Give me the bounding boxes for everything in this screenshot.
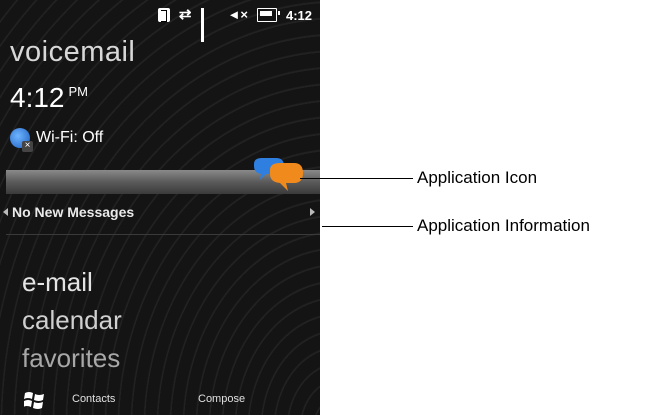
application-info-row[interactable]: No New Messages (0, 202, 320, 224)
callout-line-app-info (322, 226, 413, 227)
menu-item-favorites[interactable]: favorites (22, 343, 120, 374)
chevron-left-icon[interactable] (3, 208, 8, 216)
bluetooth-icon (157, 8, 170, 22)
menu-item-email[interactable]: e-mail (22, 267, 93, 298)
windows-start-icon[interactable] (24, 389, 46, 409)
wifi-label: Wi-Fi: Off (36, 129, 104, 146)
clock-period: PM (68, 84, 89, 99)
phone-screen: ⇄ ◄× 4:12 voicemail 4:12PM Wi-Fi: Off No… (0, 0, 320, 415)
callout-app-info: Application Information (417, 216, 590, 235)
wifi-off-icon (10, 128, 33, 152)
clock: 4:12 PM (10, 82, 88, 114)
volume-muted-icon: ◄× (227, 7, 248, 22)
data-sync-icon: ⇄ (178, 6, 192, 23)
softkey-bar: Contacts Compose (0, 386, 320, 415)
status-bar[interactable]: ⇄ ◄× 4:12 (157, 6, 312, 42)
messaging-app-icon[interactable] (250, 156, 306, 196)
menu-item-calendar[interactable]: calendar (22, 305, 122, 336)
signal-strength-icon (200, 8, 219, 42)
contacts-softkey[interactable]: Contacts (72, 393, 115, 405)
page-title: voicemail (10, 36, 136, 68)
compose-softkey[interactable]: Compose (198, 393, 245, 405)
chevron-right-icon[interactable] (310, 208, 315, 216)
status-time: 4:12 (285, 7, 312, 23)
clock-time: 4:12 (10, 82, 65, 113)
battery-icon (256, 8, 280, 22)
callout-app-icon: Application Icon (417, 168, 538, 187)
callout-line-app-icon (300, 178, 413, 179)
divider (6, 234, 320, 235)
wifi-status[interactable]: Wi-Fi: Off (10, 128, 104, 152)
application-info: No New Messages (12, 204, 135, 220)
